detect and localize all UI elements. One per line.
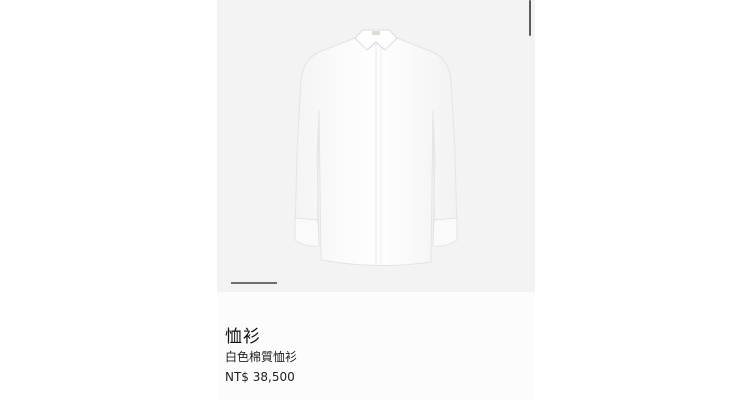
carousel-indicator[interactable]	[231, 282, 277, 284]
product-image[interactable]	[217, 0, 535, 292]
product-price: NT$ 38,500	[225, 370, 295, 384]
scrollbar-thumb[interactable]	[529, 0, 531, 36]
white-shirt-icon	[294, 29, 458, 267]
product-category-title: 恤衫	[225, 327, 261, 347]
product-card[interactable]: 恤衫 白色棉質恤衫 NT$ 38,500	[217, 0, 535, 400]
page: 恤衫 白色棉質恤衫 NT$ 38,500	[0, 0, 750, 400]
product-info: 恤衫 白色棉質恤衫 NT$ 38,500	[217, 292, 535, 400]
scrollbar[interactable]	[527, 0, 533, 40]
product-name[interactable]: 白色棉質恤衫	[225, 348, 297, 365]
